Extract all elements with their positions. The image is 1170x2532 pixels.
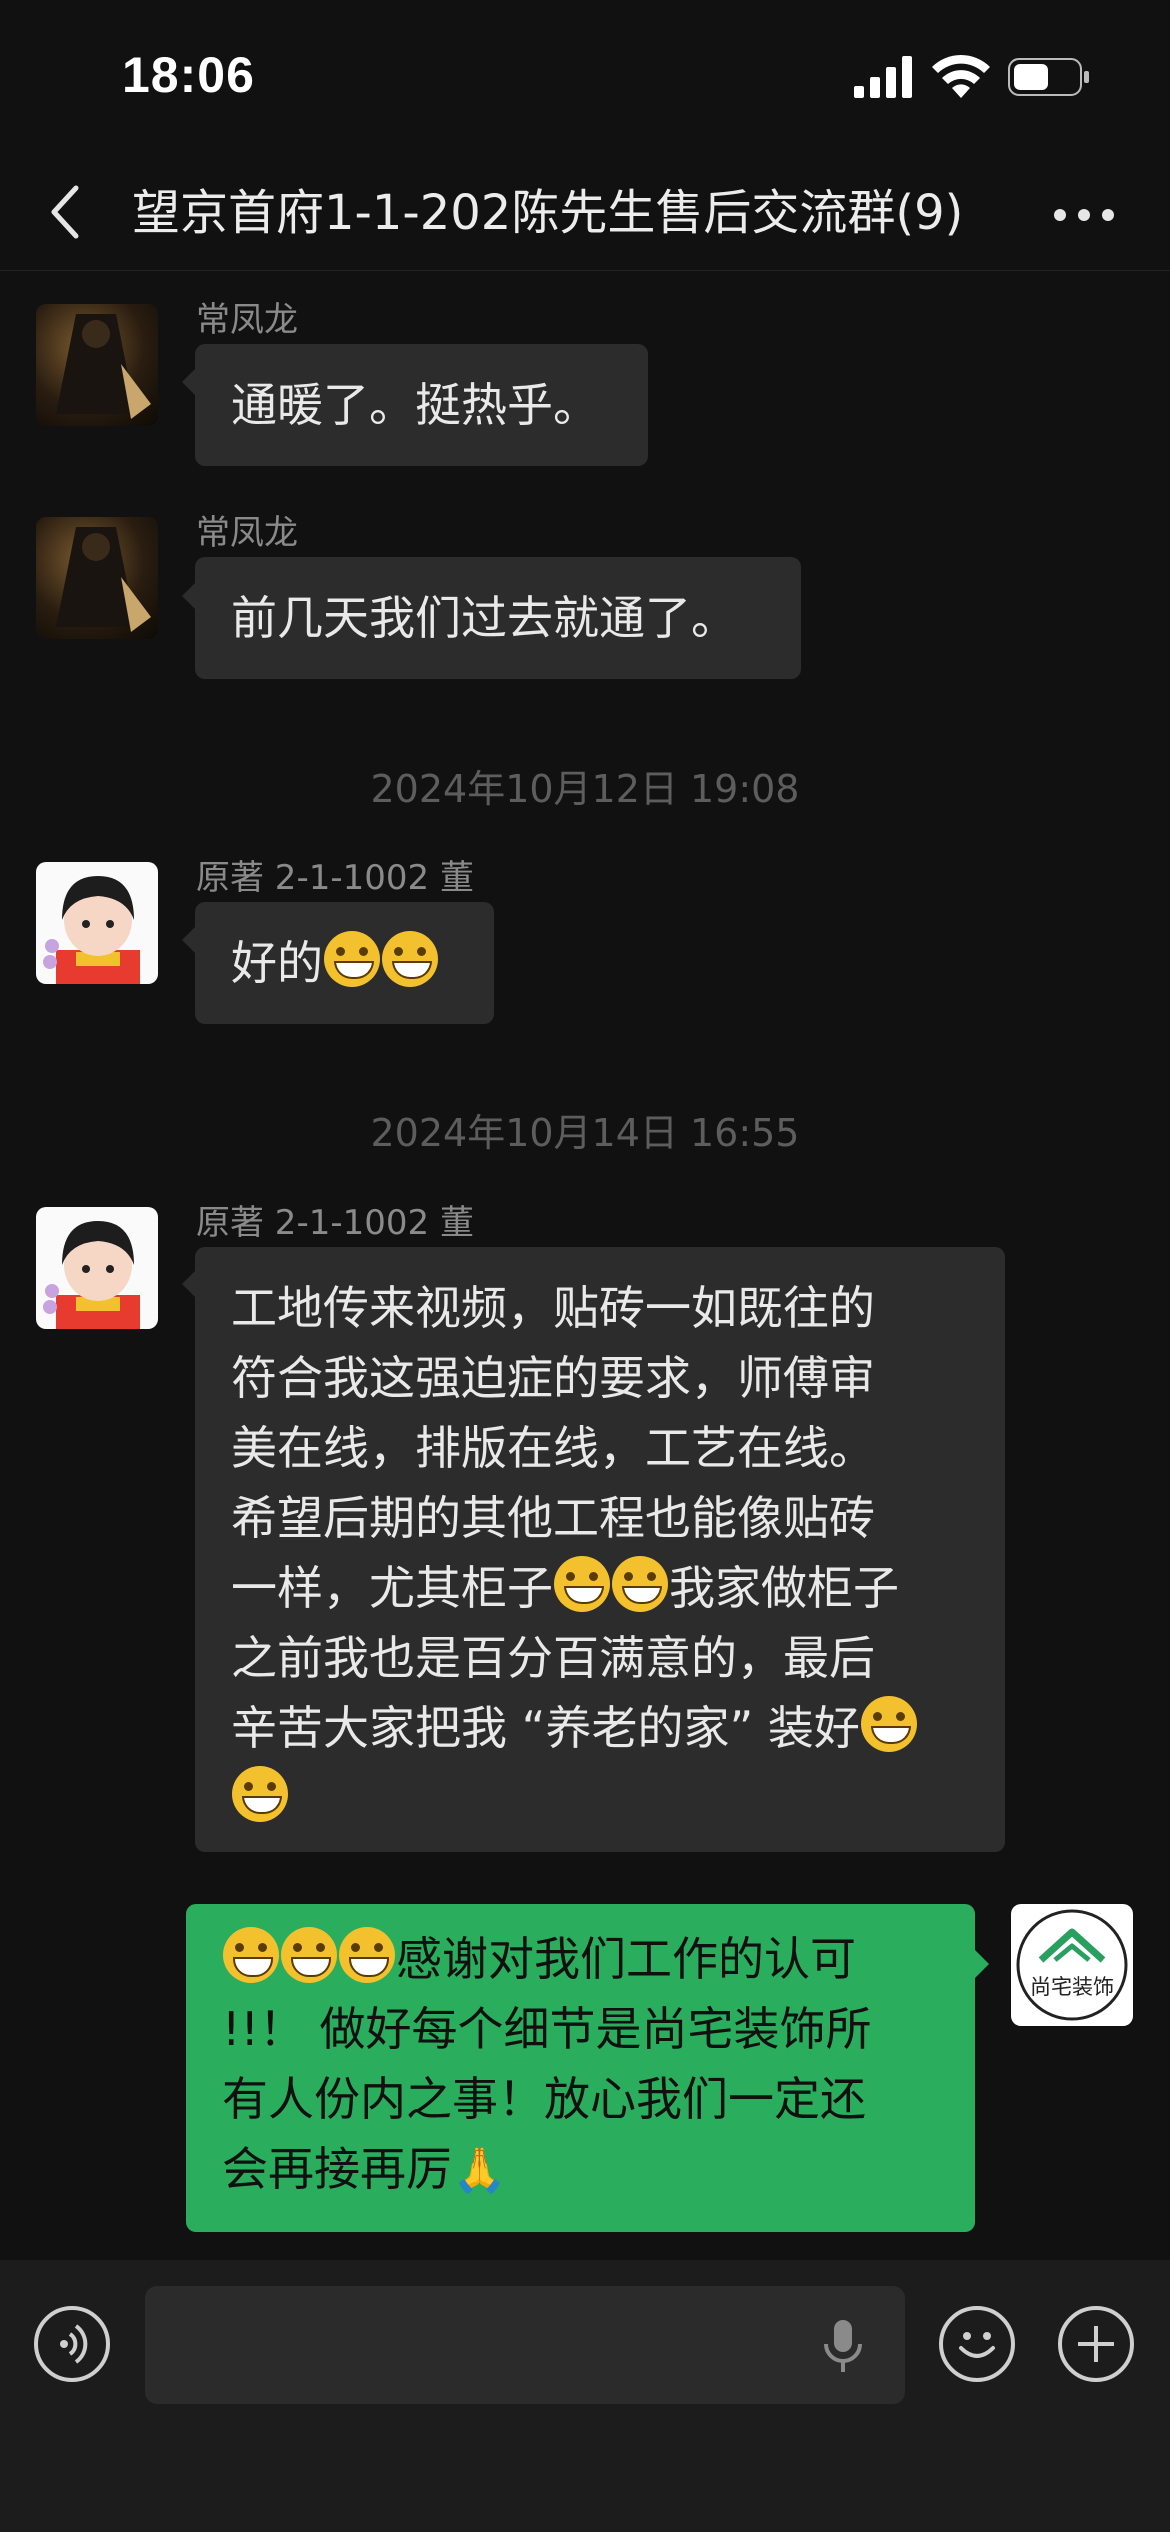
sender-name: 原著 2-1-1002 董 [196, 858, 474, 898]
message-line: 辛苦大家把我 “养老的家” 装好 [231, 1693, 969, 1763]
message-bubble[interactable]: 通暖了。挺热乎。 [195, 344, 648, 466]
message-line: !!！ 做好每个细节是尚宅装饰所 [222, 2002, 872, 2056]
plus-icon[interactable] [1058, 2306, 1134, 2382]
bubble-tail [975, 1950, 989, 1978]
message-bubble[interactable]: 工地传来视频，贴砖一如既往的 符合我这强迫症的要求，师傅审 美在线，排版在线，工… [195, 1247, 1005, 1852]
message-line: 有人份内之事！放心我们一定还 [222, 2072, 866, 2126]
message-bubble-self[interactable]: 感谢对我们工作的认可 !!！ 做好每个细节是尚宅装饰所 有人份内之事！放心我们一… [186, 1904, 975, 2232]
more-dots-icon[interactable] [1052, 200, 1116, 230]
grinning-emoji-icon [382, 931, 438, 987]
sender-name: 原著 2-1-1002 董 [196, 1203, 474, 1243]
smile-emoji-icon [223, 1927, 279, 1983]
grinning-emoji-icon [554, 1556, 610, 1612]
sender-name: 常凤龙 [196, 513, 298, 553]
praying-hands-emoji-icon: 🙏 [452, 2145, 507, 2196]
back-chevron-icon[interactable] [44, 182, 88, 242]
status-bar: 18:06 [0, 0, 1170, 150]
bubble-tail [182, 1270, 196, 1298]
message-input[interactable] [145, 2286, 905, 2404]
voice-icon[interactable] [34, 2306, 110, 2382]
message-text: 好的 [231, 936, 323, 990]
bubble-tail [182, 582, 196, 610]
bubble-tail [182, 926, 196, 954]
message-line [231, 1763, 969, 1833]
grinning-emoji-icon [324, 931, 380, 987]
chat-header: 望京首府1-1-202陈先生售后交流群(9) [0, 160, 1170, 271]
grinning-emoji-icon [860, 1696, 917, 1752]
wifi-icon [932, 54, 990, 98]
avatar[interactable] [36, 304, 158, 426]
microphone-icon[interactable] [821, 2318, 865, 2374]
message-line: 之前我也是百分百满意的，最后 [231, 1631, 875, 1685]
message-line: 一样，尤其柜子 我家做柜子 [231, 1553, 969, 1623]
smile-emoji-icon [339, 1927, 395, 1983]
timestamp: 2024年10月14日 16:55 [370, 1111, 800, 1155]
grinning-emoji-icon [612, 1556, 668, 1612]
grinning-emoji-icon [232, 1766, 288, 1822]
sender-name: 常凤龙 [196, 300, 298, 340]
avatar[interactable] [36, 517, 158, 639]
cellular-signal-icon [854, 56, 912, 98]
timestamp: 2024年10月12日 19:08 [370, 767, 800, 811]
message-line: 希望后期的其他工程也能像贴砖 [231, 1491, 875, 1545]
message-line: 会再接再厉🙏 [222, 2134, 939, 2206]
company-logo-avatar[interactable]: 尚宅装饰 [1011, 1904, 1133, 2026]
bubble-tail [182, 368, 196, 396]
message-line: 工地传来视频，贴砖一如既往的 [231, 1281, 875, 1335]
avatar[interactable] [36, 1207, 158, 1329]
message-line: 感谢对我们工作的认可 [222, 1924, 939, 1994]
chat-title: 望京首府1-1-202陈先生售后交流群(9) [132, 185, 964, 241]
message-bubble[interactable]: 前几天我们过去就通了。 [195, 557, 801, 679]
svg-text:尚宅装饰: 尚宅装饰 [1030, 1975, 1114, 1999]
message-line: 美在线，排版在线，工艺在线。 [231, 1421, 875, 1475]
message-bubble[interactable]: 好的 [195, 902, 494, 1024]
input-bar [0, 2260, 1170, 2532]
battery-icon [1008, 58, 1089, 96]
message-line: 符合我这强迫症的要求，师傅审 [231, 1351, 875, 1405]
emoji-icon[interactable] [939, 2306, 1015, 2382]
status-time: 18:06 [122, 47, 255, 103]
smile-emoji-icon [281, 1927, 337, 1983]
avatar[interactable] [36, 862, 158, 984]
